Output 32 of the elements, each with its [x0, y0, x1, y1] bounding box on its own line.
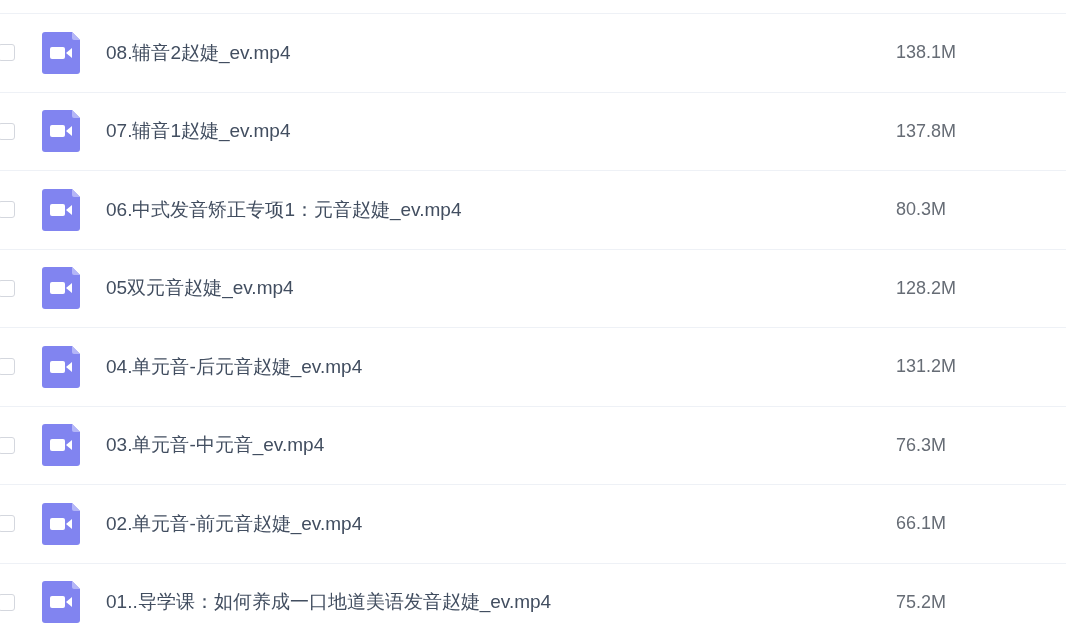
- file-name[interactable]: 05双元音赵婕_ev.mp4: [106, 274, 896, 303]
- video-file-icon: [42, 581, 80, 624]
- file-size: 76.3M: [896, 433, 947, 457]
- file-name[interactable]: 04.单元音-后元音赵婕_ev.mp4: [106, 352, 896, 381]
- checkbox[interactable]: [0, 279, 15, 297]
- file-name[interactable]: 02.单元音-前元音赵婕_ev.mp4: [106, 509, 896, 538]
- file-name[interactable]: 06.中式发音矫正专项1：元音赵婕_ev.mp4: [106, 195, 896, 224]
- file-size: 75.2M: [896, 590, 947, 614]
- checkbox[interactable]: [0, 44, 15, 62]
- file-size: 138.1M: [896, 41, 957, 65]
- video-file-icon: [42, 110, 80, 153]
- file-size: 80.3M: [896, 198, 947, 222]
- file-size: 128.2M: [896, 276, 957, 300]
- file-size: 137.8M: [896, 119, 957, 143]
- video-file-icon: [42, 267, 80, 310]
- checkbox[interactable]: [0, 593, 15, 611]
- video-file-icon: [42, 424, 80, 467]
- video-file-icon: [42, 502, 80, 545]
- file-name[interactable]: 03.单元音-中元音_ev.mp4: [106, 431, 896, 460]
- checkbox[interactable]: [0, 358, 15, 376]
- video-file-icon: [42, 31, 80, 74]
- checkbox[interactable]: [0, 515, 15, 533]
- video-file-icon: [42, 345, 80, 388]
- file-name[interactable]: 08.辅音2赵婕_ev.mp4: [106, 38, 896, 67]
- checkbox[interactable]: [0, 436, 15, 454]
- checkbox[interactable]: [0, 122, 15, 140]
- file-name[interactable]: 01..导学课：如何养成一口地道美语发音赵婕_ev.mp4: [106, 588, 896, 617]
- file-name[interactable]: 07.辅音1赵婕_ev.mp4: [106, 117, 896, 146]
- file-size: 131.2M: [896, 355, 957, 379]
- video-file-icon: [42, 188, 80, 231]
- checkbox[interactable]: [0, 201, 15, 219]
- file-size: 66.1M: [896, 512, 947, 536]
